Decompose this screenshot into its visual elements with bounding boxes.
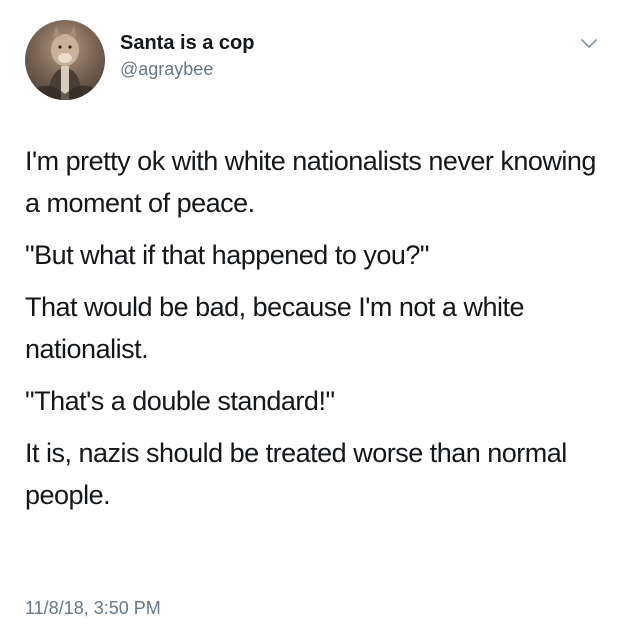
- tweet-card: Santa is a cop @agraybee I'm pretty ok w…: [0, 0, 622, 639]
- tweet-paragraph: "But what if that happened to you?": [25, 240, 429, 270]
- tweet-paragraph: I'm pretty ok with white nationalists ne…: [25, 146, 596, 218]
- author-display-name[interactable]: Santa is a cop: [120, 31, 255, 55]
- tweet-text: I'm pretty ok with white nationalists ne…: [25, 140, 605, 526]
- author-handle[interactable]: @agraybee: [120, 57, 255, 81]
- tweet-timestamp[interactable]: 11/8/18, 3:50 PM: [25, 597, 161, 619]
- author-avatar[interactable]: [25, 20, 105, 100]
- tweet-paragraph: It is, nazis should be treated worse tha…: [25, 438, 567, 510]
- tweet-menu-button[interactable]: [578, 36, 600, 52]
- author-info: Santa is a cop @agraybee: [120, 31, 255, 81]
- tweet-paragraph: "That's a double standard!": [25, 386, 335, 416]
- avatar-photo-icon: [33, 26, 97, 100]
- tweet-paragraph: That would be bad, because I'm not a whi…: [25, 292, 524, 364]
- chevron-down-icon: [581, 39, 597, 48]
